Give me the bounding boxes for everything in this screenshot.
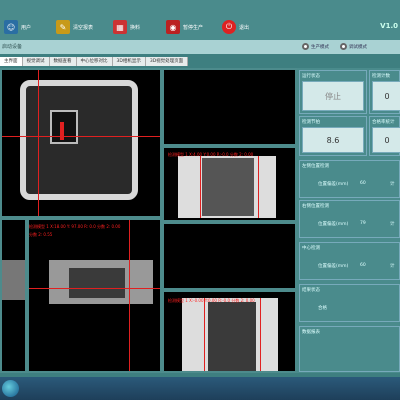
yield-label: 合格率统计 bbox=[372, 120, 395, 125]
start-button[interactable] bbox=[2, 380, 19, 397]
run-state-label: 运行状态 bbox=[302, 74, 320, 79]
clear-report-label: 清空报表 bbox=[73, 24, 94, 31]
toolbar: ☺ 用户 ✎ 清空报表 ▦ 换料 ◉ 暂停生产 ⏻ 退出 V1.0 bbox=[0, 0, 400, 40]
tab-data-view[interactable]: 数据查看 bbox=[50, 57, 77, 66]
debug-mode-label: 调试模式 bbox=[349, 44, 367, 50]
row-value: 60 bbox=[360, 181, 366, 186]
component-image bbox=[69, 268, 125, 298]
tab-main[interactable]: 主界面 bbox=[0, 57, 23, 66]
section-title: 左侧位置检测 bbox=[302, 164, 329, 169]
tab-vision-debug[interactable]: 视觉调试 bbox=[23, 57, 50, 66]
debug-mode-radio[interactable]: 调试模式 bbox=[340, 43, 367, 50]
production-mode-label: 生产模式 bbox=[311, 44, 329, 50]
camera-view-center[interactable]: 检测模型 1 X:18.00 Y: 97.00 R: 0.0 分数 2: 0.0… bbox=[27, 218, 162, 373]
count-label: 检测计数 bbox=[372, 74, 390, 79]
left-position-section: 左侧位置检测 位置偏差(mm) 60 计 bbox=[299, 160, 400, 198]
production-mode-radio[interactable]: 生产模式 bbox=[302, 43, 329, 50]
clear-report-button[interactable]: ✎ 清空报表 bbox=[56, 16, 93, 38]
camera-view-main[interactable] bbox=[0, 68, 162, 218]
camera-view-left-edge[interactable] bbox=[0, 218, 27, 373]
detection-score-text: 分数 2: 0.55 bbox=[29, 232, 53, 237]
tab-center-shift[interactable]: 中心位移对比 bbox=[77, 57, 113, 66]
row-unit: 计 bbox=[390, 264, 395, 269]
row-label: 位置偏差(mm) bbox=[318, 264, 349, 269]
count-box: 检测计数 0 bbox=[369, 70, 400, 114]
section-title: 数据报表 bbox=[302, 330, 320, 335]
tab-bar: 主界面 视觉调试 数据查看 中心位移对比 3D相机显示 3D视觉处理页面 bbox=[0, 57, 189, 66]
center-section: 中心检测 位置偏差(mm) 60 计 bbox=[299, 242, 400, 280]
broom-icon: ✎ bbox=[56, 20, 70, 34]
detection-overlay-text: 检测模型 1 X:-0.00 Y:0.00 R:-0.0 分数 2: 0.00 bbox=[168, 298, 255, 303]
camera-view-bottom-right[interactable]: 检测模型 1 X:-0.00 Y:0.00 R:-0.0 分数 2: 0.00 bbox=[162, 290, 297, 373]
pause-production-label: 暂停生产 bbox=[183, 24, 204, 31]
row-unit: 计 bbox=[390, 222, 395, 227]
row-value: 60 bbox=[360, 263, 366, 268]
report-section: 数据报表 bbox=[299, 326, 400, 372]
row-value: 79 bbox=[360, 221, 366, 226]
detection-overlay-text: 检测模型 1 X:4.00 Y:0.00 R:-0.0 分数 2: 0.00 bbox=[168, 152, 254, 157]
section-title: 右侧位置检测 bbox=[302, 204, 329, 209]
radio-icon bbox=[340, 43, 347, 50]
camera-view-left-side[interactable]: 检测模型 1 X:4.00 Y:0.00 R:-0.0 分数 2: 0.00 bbox=[162, 146, 297, 222]
count-value: 0 bbox=[372, 81, 400, 111]
section-title: 结果状态 bbox=[302, 288, 320, 293]
yield-value: 0 bbox=[372, 127, 400, 153]
component-image bbox=[50, 110, 78, 144]
version-label: V1.0 bbox=[380, 22, 398, 30]
row-label: 位置偏差(mm) bbox=[318, 222, 349, 227]
cycle-value: 8.6 bbox=[302, 127, 364, 153]
component-image bbox=[202, 158, 254, 216]
row-unit: 计 bbox=[390, 182, 395, 187]
user-icon: ☺ bbox=[4, 20, 18, 34]
tab-3d-camera[interactable]: 3D相机显示 bbox=[113, 57, 146, 66]
result-value: 合格 bbox=[318, 306, 327, 311]
tab-3d-processing[interactable]: 3D视觉处理页面 bbox=[146, 57, 189, 66]
user-label: 用户 bbox=[21, 24, 32, 31]
detection-overlay-text: 检测模型 1 X:18.00 Y: 97.00 R: 0.0 分数 2: 0.0… bbox=[29, 224, 121, 229]
exit-button[interactable]: ⏻ 退出 bbox=[222, 16, 249, 38]
info-panel: 运行状态 停止 检测计数 0 检测节拍 8.6 合格率统计 0 左侧位置检测 位… bbox=[297, 68, 400, 373]
radio-icon bbox=[302, 43, 309, 50]
camera-icon: ◉ bbox=[166, 20, 180, 34]
yield-box: 合格率统计 0 bbox=[369, 116, 400, 156]
calendar-icon: ▦ bbox=[113, 20, 127, 34]
change-material-button[interactable]: ▦ 换料 bbox=[113, 16, 140, 38]
status-text: 启动设备 bbox=[2, 44, 23, 50]
user-button[interactable]: ☺ 用户 bbox=[4, 16, 31, 38]
taskbar bbox=[0, 377, 400, 400]
exit-label: 退出 bbox=[239, 24, 250, 31]
row-label: 位置偏差(mm) bbox=[318, 182, 349, 187]
result-section: 结果状态 合格 bbox=[299, 284, 400, 322]
cycle-box: 检测节拍 8.6 bbox=[299, 116, 367, 156]
right-position-section: 右侧位置检测 位置偏差(mm) 79 计 bbox=[299, 200, 400, 238]
section-title: 中心检测 bbox=[302, 246, 320, 251]
cycle-label: 检测节拍 bbox=[302, 120, 320, 125]
camera-view-mid-right[interactable] bbox=[162, 222, 297, 290]
power-icon: ⏻ bbox=[222, 20, 236, 34]
camera-view-top-right[interactable] bbox=[162, 68, 297, 146]
run-state-value: 停止 bbox=[302, 81, 364, 111]
change-material-label: 换料 bbox=[130, 24, 141, 31]
component-image bbox=[208, 302, 256, 371]
run-state-box: 运行状态 停止 bbox=[299, 70, 367, 114]
pause-production-button[interactable]: ◉ 暂停生产 bbox=[166, 16, 203, 38]
